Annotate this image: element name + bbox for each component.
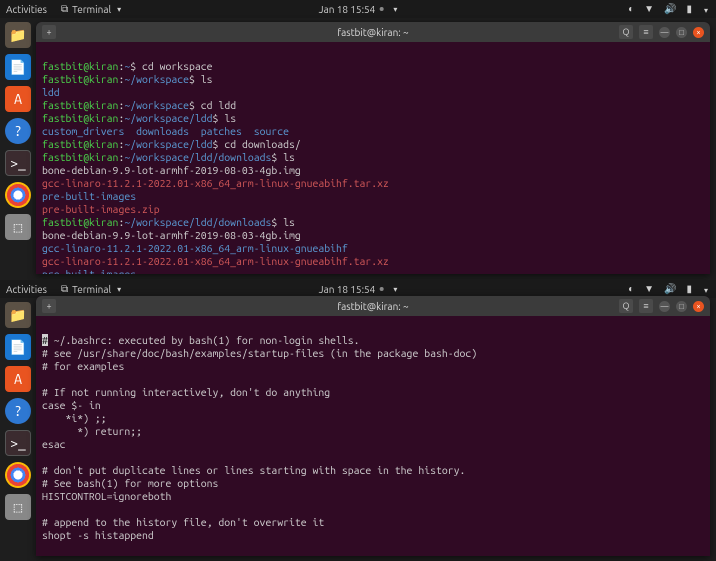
search-button[interactable]: Q: [619, 25, 633, 39]
terminal-window-1: + fastbit@kiran: ~ Q ≡ — □ × fastbit@kir…: [36, 22, 710, 274]
dock-terminal[interactable]: >_: [5, 150, 31, 176]
volume-icon-2[interactable]: 🔊: [664, 283, 676, 295]
search-button-2[interactable]: Q: [619, 299, 633, 313]
notification-dot: [379, 7, 383, 11]
dock-files-2[interactable]: 📁: [5, 302, 31, 328]
system-menu-2[interactable]: [702, 284, 708, 295]
minimize-button-2[interactable]: —: [659, 301, 670, 312]
activities-button-2[interactable]: Activities: [6, 283, 47, 295]
terminal-output-2[interactable]: # ~/.bashrc: executed by bash(1) for non…: [36, 316, 710, 556]
dock-software[interactable]: A: [5, 86, 31, 112]
titlebar-2[interactable]: + fastbit@kiran: ~ Q ≡ — □ ×: [36, 296, 710, 316]
app-label: Terminal: [72, 4, 111, 15]
dock-terminal-2[interactable]: >_: [5, 430, 31, 456]
activities-button[interactable]: Activities: [6, 3, 47, 15]
a11y-icon-2[interactable]: ◐: [628, 283, 634, 295]
app-menu[interactable]: ⧉ Terminal: [61, 3, 121, 15]
minimize-button[interactable]: —: [659, 27, 670, 38]
new-tab-button[interactable]: +: [42, 25, 56, 39]
notification-dot-2: [379, 287, 383, 291]
menu-button-2[interactable]: ≡: [639, 299, 653, 313]
clock[interactable]: Jan 18 15:54: [319, 4, 398, 15]
network-icon[interactable]: ▼: [644, 3, 654, 15]
maximize-button-2[interactable]: □: [676, 301, 687, 312]
dock-writer[interactable]: 📄: [5, 54, 31, 80]
dock-files[interactable]: 📁: [5, 22, 31, 48]
terminal-icon-2: ⧉: [61, 283, 68, 295]
terminal-output-1[interactable]: fastbit@kiran:~$ cd workspace fastbit@ki…: [36, 42, 710, 274]
maximize-button[interactable]: □: [676, 27, 687, 38]
network-icon-2[interactable]: ▼: [644, 283, 654, 295]
dock-chrome[interactable]: [5, 182, 31, 208]
dock-app[interactable]: ⬚: [5, 214, 31, 240]
dock-software-2[interactable]: A: [5, 366, 31, 392]
clock-2[interactable]: Jan 18 15:54: [319, 284, 398, 295]
new-tab-button-2[interactable]: +: [42, 299, 56, 313]
titlebar[interactable]: + fastbit@kiran: ~ Q ≡ — □ ×: [36, 22, 710, 42]
app-menu-2[interactable]: ⧉ Terminal: [61, 283, 121, 295]
close-button[interactable]: ×: [693, 27, 704, 38]
terminal-window-2: + fastbit@kiran: ~ Q ≡ — □ × # ~/.bashrc…: [36, 296, 710, 556]
close-button-2[interactable]: ×: [693, 301, 704, 312]
dock-help[interactable]: ?: [5, 118, 31, 144]
window-title-2: fastbit@kiran: ~: [337, 301, 408, 312]
system-menu[interactable]: [702, 4, 708, 15]
dock-2: 📁 📄 A ? >_ ⬚: [0, 298, 36, 561]
volume-icon[interactable]: 🔊: [664, 3, 676, 15]
battery-icon-2[interactable]: ▮: [686, 283, 692, 295]
window-title: fastbit@kiran: ~: [337, 27, 408, 38]
dock-help-2[interactable]: ?: [5, 398, 31, 424]
a11y-icon[interactable]: ◐: [628, 3, 634, 15]
dock-app-2[interactable]: ⬚: [5, 494, 31, 520]
top-panel: Activities ⧉ Terminal Jan 18 15:54 ◐ ▼ 🔊…: [0, 0, 716, 18]
datetime-text: Jan 18 15:54: [319, 4, 376, 15]
dock-writer-2[interactable]: 📄: [5, 334, 31, 360]
terminal-icon: ⧉: [61, 3, 68, 15]
menu-button[interactable]: ≡: [639, 25, 653, 39]
dock-chrome-2[interactable]: [5, 462, 31, 488]
battery-icon[interactable]: ▮: [686, 3, 692, 15]
